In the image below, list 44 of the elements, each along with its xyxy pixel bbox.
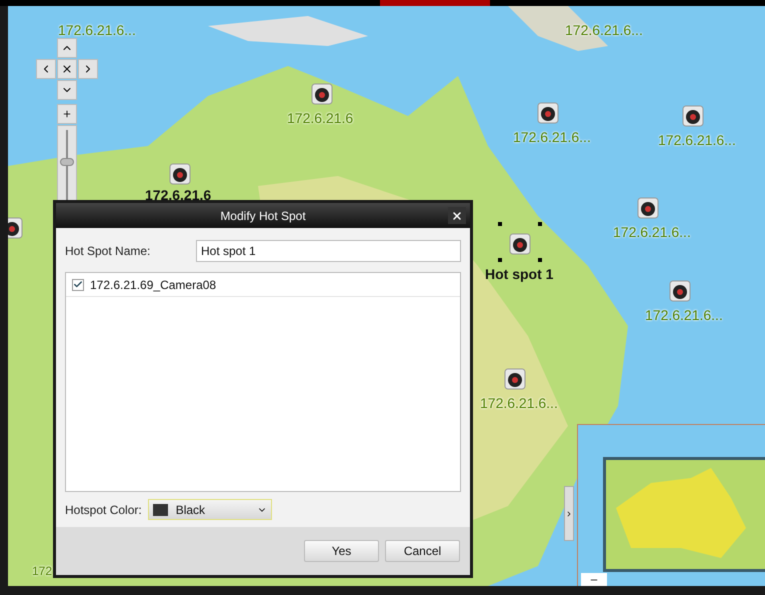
camera-icon[interactable] <box>311 83 333 105</box>
name-label: Hot Spot Name: <box>65 243 152 260</box>
selection-handle[interactable] <box>498 258 502 262</box>
checkbox[interactable] <box>72 278 84 290</box>
color-dropdown[interactable]: Black <box>148 499 272 520</box>
camera-label: 172.6.21.6 <box>145 186 212 205</box>
dialog-button[interactable]: Yes <box>304 540 379 562</box>
camera-label: 172.6.21.6... <box>613 223 691 242</box>
camera-list-item[interactable]: 172.6.21.69_Camera08 <box>66 273 460 297</box>
dialog-button[interactable]: Cancel <box>385 540 460 562</box>
color-label: Hotspot Color: <box>65 502 142 518</box>
dialog-title: Modify Hot Spot <box>220 208 306 224</box>
camera-label: 172.6.21.6... <box>513 128 591 147</box>
camera-icon[interactable] <box>637 197 659 219</box>
camera-label: 172.6.21.6... <box>565 21 643 40</box>
pan-center-button[interactable] <box>57 59 77 79</box>
close-icon <box>451 210 463 222</box>
pan-right-button[interactable] <box>78 59 98 79</box>
camera-label: 172 <box>32 563 52 580</box>
zoom-slider-thumb[interactable] <box>60 158 74 166</box>
camera-name: 172.6.21.69_Camera08 <box>90 276 216 294</box>
camera-label: 172.6.21.6... <box>480 394 558 413</box>
camera-icon[interactable] <box>537 102 559 124</box>
pan-up-button[interactable] <box>57 38 77 58</box>
camera-icon[interactable] <box>669 280 691 302</box>
camera-label: Hot spot 1 <box>485 265 554 284</box>
overview-map[interactable] <box>577 424 765 586</box>
camera-icon[interactable] <box>504 368 526 390</box>
camera-label: 172.6.21.6... <box>58 21 136 40</box>
name-field[interactable]: Hot spot 1 <box>196 240 461 262</box>
close-button[interactable] <box>448 207 466 224</box>
camera-label: 172.6.21.6 <box>287 109 354 128</box>
plus-icon <box>62 109 72 119</box>
camera-icon[interactable] <box>169 163 191 185</box>
pan-left-button[interactable] <box>36 59 56 79</box>
zoom-in-button[interactable] <box>57 104 77 124</box>
camera-label: 172.6.21.6... <box>645 306 723 325</box>
camera-icon[interactable] <box>682 105 704 127</box>
camera-label: 172.6.21.6... <box>658 131 736 150</box>
pan-down-button[interactable] <box>57 80 77 100</box>
selection-handle[interactable] <box>538 258 542 262</box>
camera-icon[interactable] <box>509 233 531 255</box>
selection-handle[interactable] <box>498 222 502 226</box>
selection-handle[interactable] <box>538 222 542 226</box>
